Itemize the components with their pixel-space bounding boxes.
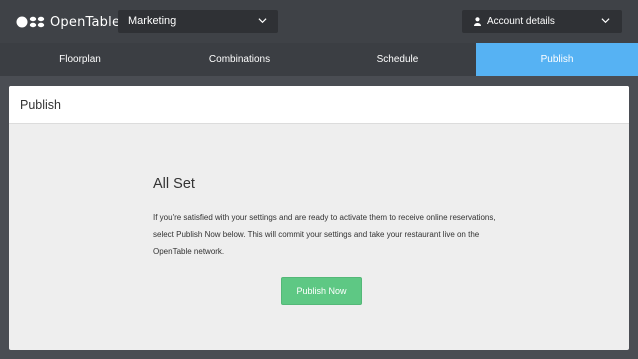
publish-card: Publish All Set If you're satisfied with…: [9, 86, 629, 350]
top-header: OpenTable· Marketing Account details: [0, 0, 638, 43]
publish-content: All Set If you're satisfied with your se…: [153, 176, 513, 260]
logo-text: OpenTable·: [50, 15, 122, 30]
account-details-menu[interactable]: Account details: [462, 10, 622, 33]
all-set-heading: All Set: [153, 176, 195, 192]
restaurant-select[interactable]: Marketing: [118, 10, 278, 33]
publish-now-button[interactable]: Publish Now: [281, 277, 362, 305]
person-icon: [474, 17, 481, 26]
tab-publish[interactable]: Publish: [476, 43, 638, 76]
tab-floorplan[interactable]: Floorplan: [0, 43, 160, 76]
restaurant-select-value: Marketing: [128, 15, 177, 27]
account-details-label: Account details: [487, 16, 555, 27]
publish-description: If you're satisfied with your settings a…: [153, 213, 496, 256]
tab-schedule[interactable]: Schedule: [319, 43, 476, 76]
tab-combinations[interactable]: Combinations: [160, 43, 319, 76]
opentable-logo-icon: [16, 16, 45, 28]
opentable-logo[interactable]: OpenTable·: [16, 12, 122, 32]
chevron-down-icon: [258, 18, 267, 24]
main-tabs: Floorplan Combinations Schedule Publish: [0, 43, 638, 76]
card-title: Publish: [9, 86, 629, 124]
chevron-down-icon: [601, 18, 610, 24]
